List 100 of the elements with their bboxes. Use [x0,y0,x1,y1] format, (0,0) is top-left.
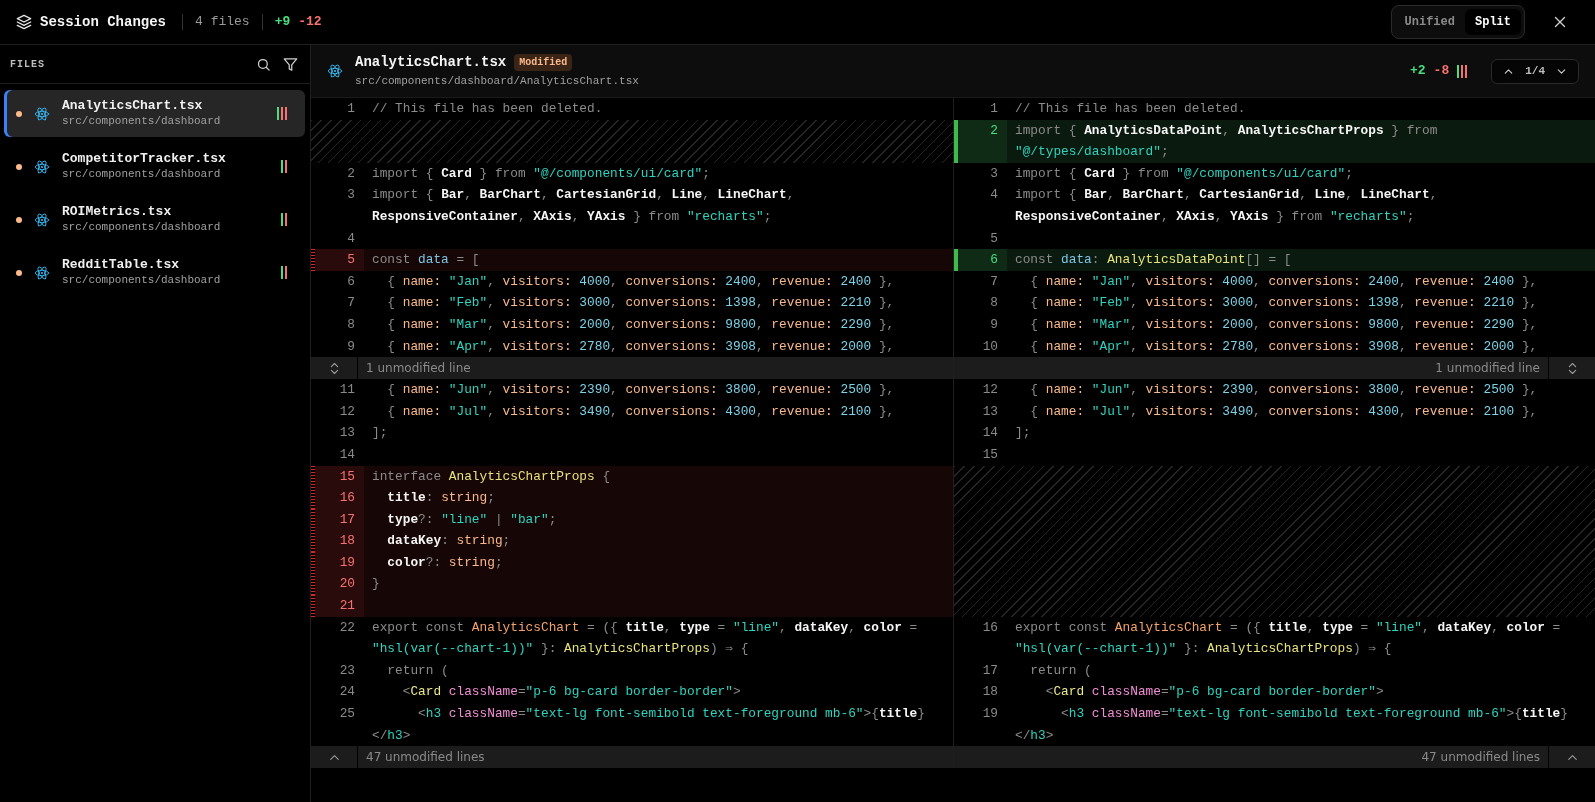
atom-icon [34,211,50,228]
additions-count: +9 [274,13,291,32]
code-line: { name: "Apr", visitors: 2780, conversions: 3908, revenue: 2000 }, [1029,337,1539,356]
atom-icon [34,264,50,281]
collapsed-lines-label[interactable]: 1 unmodified line [954,357,1548,380]
line-number: 16 [315,487,364,509]
code-line: import { Card } from "@/components/ui/card"; [1014,164,1354,183]
collapsed-lines-label[interactable]: 47 unmodified lines [358,746,953,769]
code-line: import { Bar, BarChart, CartesianGrid, Line, LineChart, ResponsiveContainer, XAxis, YAxis } from "recharts"; [371,186,796,226]
view-mode-tab[interactable]: Unified [1394,9,1465,35]
view-mode-tab[interactable]: Split [1465,9,1521,35]
file-path: src/components/dashboard [62,167,222,182]
code-line: { name: "Apr", visitors: 2780, conversions: 3908, revenue: 2000 }, [386,337,896,356]
file-name: AnalyticsChart.tsx [62,98,204,114]
code-line: { name: "Jul", visitors: 3490, conversions: 4300, revenue: 2100 }, [1029,402,1539,421]
line-number: 14 [338,445,356,464]
code-line: ]; [1014,424,1032,443]
line-number: 6 [958,249,1007,271]
line-number: 9 [989,315,999,334]
line-number: 15 [981,445,999,464]
deletions-count: -8 [1433,62,1450,81]
line-number: 12 [338,402,356,421]
code-line: { name: "Mar", visitors: 2000, conversions: 9800, revenue: 2290 }, [1029,315,1539,334]
file-path: src/components/dashboard [62,114,221,129]
line-number: 22 [338,618,356,637]
file-item[interactable]: ROIMetrics.tsx src/components/dashboard [4,196,305,243]
line-number: 21 [315,595,364,617]
code-line: { name: "Feb", visitors: 3000, conversions: 1398, revenue: 2210 }, [1029,294,1539,313]
line-number: 3 [989,164,999,183]
line-number: 24 [338,683,356,702]
code-line: <Card className="p-6 bg-card border-border"> [1044,683,1385,702]
code-line: { name: "Mar", visitors: 2000, conversions: 9800, revenue: 2290 }, [386,315,896,334]
status-badge: Modified [514,54,573,72]
line-number: 1 [989,100,999,118]
line-number: 11 [338,381,356,400]
code-line: ]; [371,424,389,443]
line-number: 13 [338,424,356,443]
code-line: { name: "Jun", visitors: 2390, conversions: 3800, revenue: 2500 }, [1029,381,1539,400]
code-line: // This file has been deleted. [371,100,604,118]
file-name: CompetitorTracker.tsx [62,151,226,167]
line-number: 3 [346,186,356,205]
search-icon [256,56,271,72]
file-path: src/components/dashboard [62,220,221,235]
atom-icon [34,158,50,175]
additions-count: +2 [1409,62,1426,81]
line-number: 19 [981,705,999,724]
line-number: 8 [989,294,999,313]
line-number: 18 [315,530,364,552]
code-line: return ( [1029,661,1093,680]
file-name: RedditTable.tsx [62,257,181,273]
line-number: 13 [981,402,999,421]
line-number: 16 [981,618,999,637]
line-number: 19 [315,551,364,574]
line-number: 6 [346,272,356,291]
line-number: 2 [958,119,1007,163]
line-number: 2 [346,164,356,183]
line-number: 17 [315,508,364,531]
file-item[interactable]: RedditTable.tsx src/components/dashboard [4,249,305,296]
code-line: return ( [386,661,450,680]
file-position: 1/4 [1525,63,1545,79]
code-line: <h3 className="text-lg font-semibold text-foreground mb-6">{title} </h3> [371,705,926,745]
atom-icon [327,63,343,79]
layers-icon [16,14,32,30]
file-item[interactable]: AnalyticsChart.tsx src/components/dashboard [4,90,305,137]
line-number: 18 [981,683,999,702]
line-number: 9 [346,337,356,356]
file-count: 4 files [195,13,250,32]
line-number: 15 [315,465,364,488]
atom-icon [34,105,50,122]
line-number: 8 [346,315,356,334]
line-number: 4 [346,229,356,248]
code-line: <h3 className="text-lg font-semibold text-foreground mb-6">{title} </h3> [1014,705,1569,745]
line-number: 23 [338,661,356,680]
line-number: 10 [981,337,999,356]
line-number: 17 [981,661,999,680]
line-number: 7 [989,272,999,291]
line-number: 20 [315,573,364,596]
code-line: import { Card } from "@/components/ui/card"; [371,164,711,183]
line-number: 1 [346,100,356,118]
line-number: 4 [989,186,999,205]
deletions-count: -12 [298,13,322,32]
code-line: { name: "Feb", visitors: 3000, conversions: 1398, revenue: 2210 }, [386,294,896,313]
code-line: { name: "Jan", visitors: 4000, conversions: 2400, revenue: 2400 }, [386,272,896,291]
code-line: { name: "Jul", visitors: 3490, conversions: 4300, revenue: 2100 }, [386,402,896,421]
line-number: 5 [315,249,364,271]
code-line: // This file has been deleted. [1014,100,1247,118]
line-number: 25 [338,705,356,724]
file-path: src/components/dashboard [62,273,221,288]
file-item[interactable]: CompetitorTracker.tsx src/components/dashboard [4,143,305,190]
file-path: src/components/dashboard/AnalyticsChart.tsx [355,74,639,90]
code-line: { name: "Jan", visitors: 4000, conversions: 2400, revenue: 2400 }, [1029,272,1539,291]
code-line: { name: "Jun", visitors: 2390, conversions: 3800, revenue: 2500 }, [386,381,896,400]
filter-icon [283,56,298,72]
collapsed-lines-label[interactable]: 1 unmodified line [358,357,953,380]
file-title: AnalyticsChart.tsx [355,53,507,73]
line-number: 7 [346,294,356,313]
line-number: 5 [989,229,999,248]
line-number: 12 [981,381,999,400]
collapsed-lines-label[interactable]: 47 unmodified lines [954,746,1548,769]
app-title: Session Changes [40,12,167,32]
